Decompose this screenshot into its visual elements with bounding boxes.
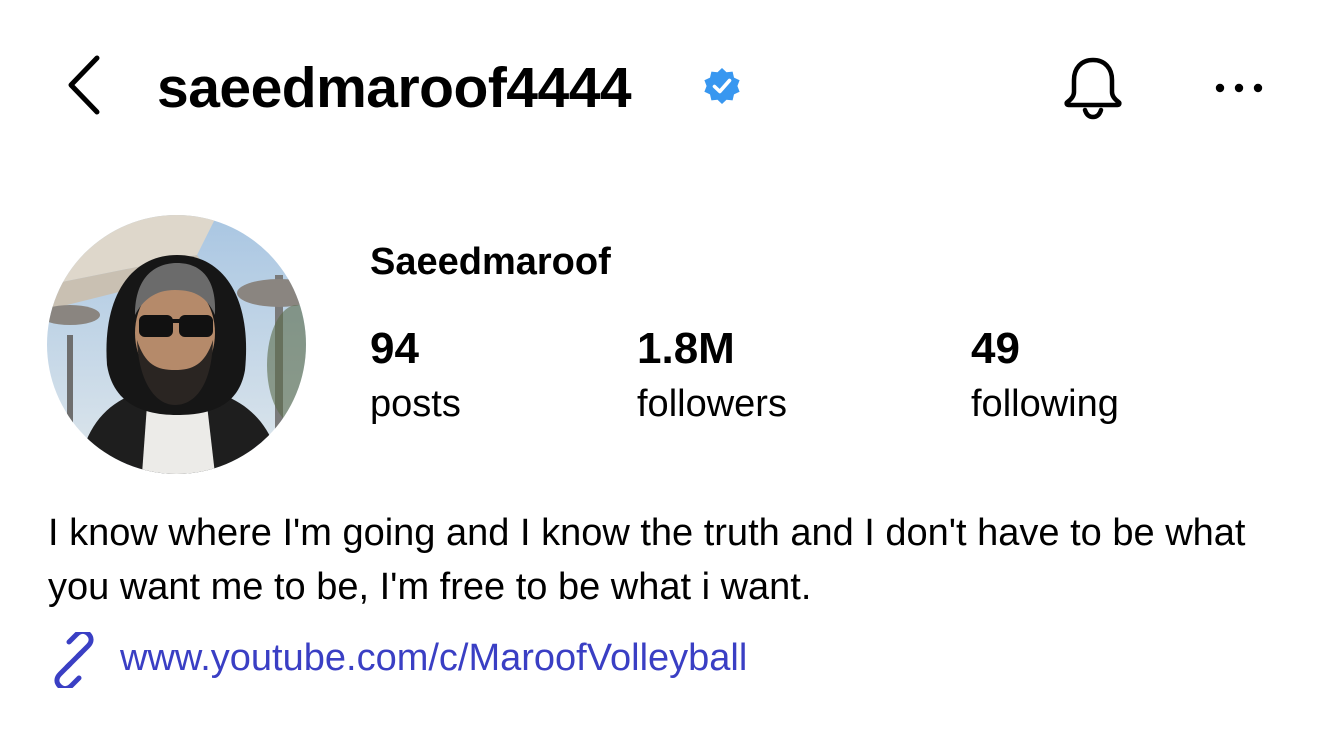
profile-avatar[interactable] xyxy=(47,215,306,474)
notifications-button[interactable] xyxy=(1055,50,1130,125)
stat-posts-count: 94 xyxy=(370,324,419,373)
display-name: Saeedmaroof xyxy=(370,241,611,283)
more-options-button[interactable] xyxy=(1200,58,1280,118)
profile-username: saeedmaroof4444 xyxy=(157,56,632,120)
stat-posts-label: posts xyxy=(370,383,461,425)
stat-followers-label: followers xyxy=(637,383,787,425)
bell-icon xyxy=(1063,57,1122,119)
stat-followers-count: 1.8M xyxy=(637,324,735,373)
profile-link[interactable]: www.youtube.com/c/MaroofVolleyball xyxy=(120,630,747,686)
stat-following-count: 49 xyxy=(971,324,1020,373)
stat-posts[interactable]: 94 posts xyxy=(370,322,461,430)
chevron-left-icon xyxy=(68,55,100,115)
link-icon xyxy=(54,632,94,688)
stat-following-label: following xyxy=(971,383,1119,425)
stat-following[interactable]: 49 following xyxy=(971,322,1119,430)
stat-followers[interactable]: 1.8M followers xyxy=(637,322,787,430)
avatar-photo xyxy=(47,215,306,474)
back-button[interactable] xyxy=(50,50,120,120)
verified-badge-icon xyxy=(704,68,740,104)
profile-bio: I know where I'm going and I know the tr… xyxy=(48,512,1246,608)
ellipsis-icon xyxy=(1215,83,1263,93)
